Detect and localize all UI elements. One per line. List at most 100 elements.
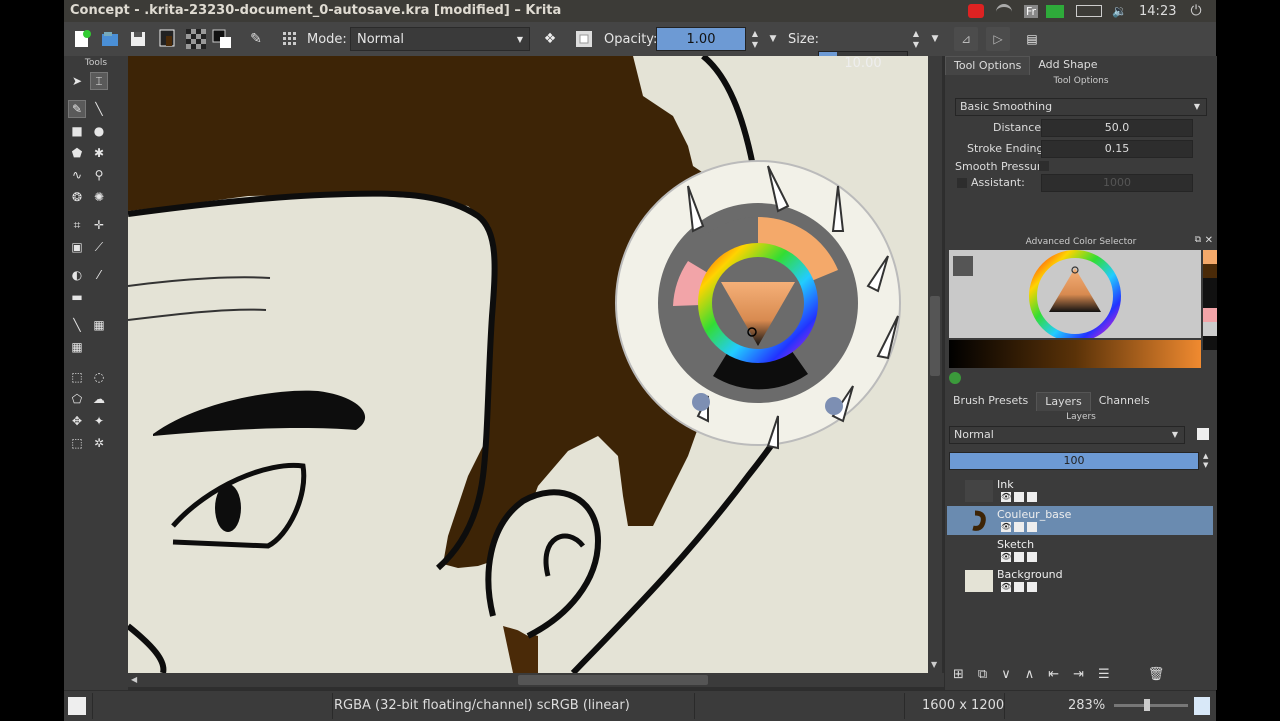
multibrush-icon[interactable]: ❂ bbox=[68, 188, 86, 206]
freehand-select-icon[interactable]: ☁ bbox=[90, 390, 108, 408]
measure-tool-icon[interactable]: ⟋ bbox=[90, 238, 108, 256]
battery-icon[interactable] bbox=[1076, 5, 1103, 17]
gradient-tool-icon[interactable]: ▬ bbox=[68, 288, 86, 306]
recent-colors-strip[interactable] bbox=[1203, 250, 1217, 350]
layer-row-ink[interactable]: Ink 👁 bbox=[947, 476, 1213, 505]
assistant-checkbox[interactable] bbox=[957, 178, 967, 188]
ellipse-select-icon[interactable]: ◌ bbox=[90, 368, 108, 386]
opacity-menu-chevron-icon[interactable]: ▼ bbox=[766, 27, 780, 51]
workspace-grid-icon[interactable] bbox=[278, 27, 302, 51]
workspace-chooser-icon[interactable]: ▤ bbox=[1020, 27, 1044, 51]
refresh-icon[interactable] bbox=[949, 372, 961, 384]
float-icon[interactable]: ⧉ bbox=[1195, 235, 1201, 245]
vertical-scrollbar[interactable]: ▼ bbox=[928, 56, 942, 673]
keyboard-layout[interactable]: Fr bbox=[1024, 4, 1039, 18]
opacity-spinner[interactable]: ▲ ▼ bbox=[749, 27, 761, 51]
scroll-down-icon[interactable]: ▼ bbox=[931, 660, 937, 669]
volume-icon[interactable]: 🔉 bbox=[1112, 4, 1127, 18]
magnetic-select-icon[interactable]: ✲ bbox=[90, 434, 108, 452]
open-document-icon[interactable] bbox=[98, 27, 122, 51]
color-picker-icon[interactable]: ⁄ bbox=[90, 266, 108, 284]
tab-layers[interactable]: Layers bbox=[1036, 392, 1091, 411]
gradient-icon[interactable] bbox=[210, 27, 234, 51]
tab-tool-options[interactable]: Tool Options bbox=[945, 56, 1031, 75]
mirror-horizontal-icon[interactable]: ⊿ bbox=[954, 27, 978, 51]
polyline-tool-icon[interactable]: ✱ bbox=[90, 144, 108, 162]
color-selector-panel[interactable] bbox=[949, 250, 1201, 342]
layer-filter-icon[interactable] bbox=[1197, 428, 1209, 440]
perspective-grid-icon[interactable]: ▦ bbox=[90, 316, 108, 334]
lower-layer-icon[interactable]: ⇤ bbox=[1048, 667, 1059, 682]
scroll-left-icon[interactable]: ◀ bbox=[131, 675, 137, 684]
record-icon[interactable] bbox=[968, 4, 984, 18]
layer-property-icons[interactable]: 👁 bbox=[1001, 582, 1037, 594]
transform-tool-icon[interactable]: ▣ bbox=[68, 238, 86, 256]
mail-icon[interactable] bbox=[1046, 4, 1065, 18]
raise-layer-icon[interactable]: ⇥ bbox=[1073, 667, 1084, 682]
layer-opacity-slider[interactable]: 100 bbox=[949, 452, 1199, 470]
new-document-icon[interactable] bbox=[70, 27, 94, 51]
layer-property-icons[interactable]: 👁 bbox=[1001, 552, 1037, 564]
zoom-slider[interactable] bbox=[1114, 704, 1188, 707]
edit-shapes-icon[interactable]: ⌶ bbox=[90, 72, 108, 90]
delete-layer-icon[interactable]: 🗑 bbox=[1148, 667, 1165, 682]
assistant-field[interactable]: 1000 bbox=[1041, 174, 1193, 192]
fg-bg-color-icon[interactable] bbox=[158, 27, 182, 51]
tab-channels[interactable]: Channels bbox=[1091, 392, 1158, 410]
polygon-select-icon[interactable]: ⬠ bbox=[68, 390, 86, 408]
size-spinner[interactable]: ▲ ▼ bbox=[910, 27, 922, 51]
preserve-alpha-icon[interactable] bbox=[572, 27, 596, 51]
line-tool-icon[interactable]: ╲ bbox=[90, 100, 108, 118]
vertical-scroll-thumb[interactable] bbox=[930, 296, 940, 376]
smooth-pressure-checkbox[interactable] bbox=[1039, 161, 1049, 171]
contiguous-select-icon[interactable]: ✥ bbox=[68, 412, 86, 430]
crop-tool-icon[interactable]: ⌗ bbox=[68, 216, 86, 234]
rectangle-tool-icon[interactable]: ■ bbox=[68, 122, 86, 140]
zoom-slider-handle[interactable] bbox=[1144, 699, 1150, 711]
power-icon[interactable]: ⏻ bbox=[1190, 3, 1201, 19]
mirror-vertical-icon[interactable]: ▷ bbox=[986, 27, 1010, 51]
bezier-tool-icon[interactable]: ∿ bbox=[68, 166, 86, 184]
layer-opacity-spinner[interactable]: ▲ ▼ bbox=[1203, 452, 1208, 470]
brush-preset-icon[interactable]: ✎ bbox=[244, 27, 268, 51]
layer-properties-icon[interactable]: ☰ bbox=[1098, 667, 1110, 682]
layer-row-couleur-base[interactable]: Couleur_base 👁 bbox=[947, 506, 1213, 535]
opacity-slider[interactable]: 1.00 bbox=[656, 27, 746, 51]
popup-palette[interactable] bbox=[615, 160, 901, 450]
stroke-ending-field[interactable]: 0.15 bbox=[1041, 140, 1193, 158]
ellipse-tool-icon[interactable]: ● bbox=[90, 122, 108, 140]
move-layer-down-icon[interactable]: ∨ bbox=[1001, 667, 1011, 682]
wifi-icon[interactable] bbox=[996, 3, 1012, 19]
close-icon[interactable]: ✕ bbox=[1205, 235, 1213, 246]
smoothing-dropdown[interactable]: Basic Smoothing ▼ bbox=[955, 98, 1207, 116]
rect-select-icon[interactable]: ⬚ bbox=[68, 368, 86, 386]
tab-add-shape[interactable]: Add Shape bbox=[1030, 56, 1105, 74]
move-layer-up-icon[interactable]: ∧ bbox=[1025, 667, 1035, 682]
layer-row-background[interactable]: Background 👁 bbox=[947, 566, 1213, 595]
layer-property-icons[interactable]: 👁 bbox=[1001, 492, 1037, 504]
select-shapes-icon[interactable]: ➤ bbox=[68, 72, 86, 90]
save-icon[interactable] bbox=[126, 27, 150, 51]
blend-mode-dropdown[interactable]: Normal ▼ bbox=[350, 27, 530, 51]
color-history-bar[interactable] bbox=[949, 340, 1201, 368]
fill-tool-icon[interactable]: ◐ bbox=[68, 266, 86, 284]
brush-preview-icon[interactable] bbox=[68, 697, 86, 715]
canvas-only-icon[interactable] bbox=[1194, 697, 1210, 715]
dynamic-brush-icon[interactable]: ⚲ bbox=[90, 166, 108, 184]
freehand-brush-icon[interactable]: ✎ bbox=[68, 100, 86, 118]
duplicate-layer-icon[interactable]: ⧉ bbox=[978, 667, 987, 682]
drawing-canvas[interactable] bbox=[128, 56, 928, 673]
layer-blend-mode-dropdown[interactable]: Normal ▼ bbox=[949, 426, 1185, 444]
polygon-tool-icon[interactable]: ⬟ bbox=[68, 144, 86, 162]
add-layer-icon[interactable]: ⊞ bbox=[953, 667, 964, 682]
move-tool-icon[interactable]: ✛ bbox=[90, 216, 108, 234]
similar-select-icon[interactable]: ✦ bbox=[90, 412, 108, 430]
pattern-icon[interactable] bbox=[184, 27, 208, 51]
bezier-select-icon[interactable]: ⬚ bbox=[68, 434, 86, 452]
tab-brush-presets[interactable]: Brush Presets bbox=[945, 392, 1036, 410]
layer-row-sketch[interactable]: Sketch 👁 bbox=[947, 536, 1213, 565]
smart-patch-icon[interactable]: ✺ bbox=[90, 188, 108, 206]
size-menu-chevron-icon[interactable]: ▼ bbox=[928, 27, 942, 51]
erase-mode-icon[interactable]: ❖ bbox=[538, 27, 562, 51]
color-selector-wheel[interactable] bbox=[949, 250, 1201, 342]
